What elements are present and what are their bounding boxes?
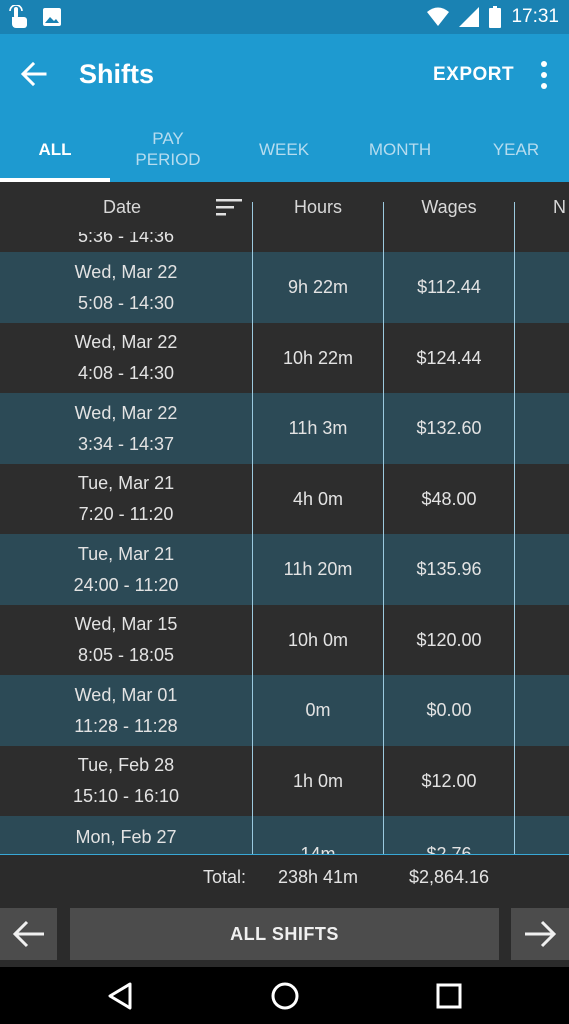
clock: 17:31 [511,6,559,27]
previous-button[interactable] [0,908,57,960]
shift-date: Wed, Mar 22 [74,261,178,282]
shifts-table: 5:36 - 14:36 Wed, Mar 22 5:08 - 14:30 9h… [0,232,569,854]
period-tabs: ALL PAY PERIOD WEEK MONTH YEAR [0,116,569,182]
shift-hours: 10h 0m [287,629,349,650]
shift-date: Wed, Mar 22 [74,402,178,423]
shift-time: 4:08 - 14:30 [77,363,175,383]
shift-wages: $0.00 [426,700,472,720]
battery-icon [489,6,502,28]
shift-date-cell: Tue, Mar 21 24:00 - 11:20 [0,534,252,605]
column-header-hours[interactable]: Hours [253,182,383,232]
sort-icon[interactable] [216,197,244,219]
shift-time-cell: 5:36 - 14:36 [0,232,252,252]
shift-hours: 1h 0m [292,770,344,791]
tab-all[interactable]: ALL [0,116,110,182]
table-header: Date Hours Wages N [0,182,569,232]
shift-date: Wed, Mar 01 [74,684,178,705]
tab-pay-period-label: PAY PERIOD [135,129,201,169]
table-row[interactable]: Wed, Mar 22 5:08 - 14:30 9h 22m $112.44 [0,252,569,323]
shift-hours: 4h 0m [292,488,344,509]
shift-wages: $2.76 [426,844,472,854]
shift-time: 15:10 - 16:10 [72,786,180,806]
bottom-navigation: ALL SHIFTS [0,905,569,967]
shift-time: 8:05 - 18:05 [77,645,175,665]
status-bar: 17:31 [0,0,569,34]
column-divider [252,202,253,854]
column-divider [383,202,384,854]
totals-row: Total: 238h 41m $2,864.16 [0,855,569,905]
shift-date-cell: Tue, Mar 21 7:20 - 11:20 [0,464,252,534]
shift-date: Wed, Mar 15 [74,614,178,634]
back-triangle-icon[interactable] [104,979,138,1013]
table-row[interactable]: Tue, Feb 28 15:10 - 16:10 1h 0m $12.00 [0,746,569,816]
shift-time: 5:08 - 14:30 [77,292,175,313]
column-header-notes[interactable]: N [515,182,569,232]
column-divider [514,202,515,854]
totals-label: Total: [202,866,246,887]
wifi-icon [427,7,450,26]
table-row[interactable]: 5:36 - 14:36 [0,232,569,252]
shift-date-cell: Wed, Mar 22 3:34 - 14:37 [0,393,252,464]
shift-time: 5:36 - 14:36 [77,232,175,246]
table-row[interactable]: Wed, Mar 01 11:28 - 11:28 0m $0.00 [0,675,569,746]
shift-wages: $135.96 [416,559,482,579]
shift-time: 11:28 - 11:28 [74,715,178,736]
more-options-icon[interactable] [534,59,554,91]
table-row[interactable]: Tue, Mar 21 7:20 - 11:20 4h 0m $48.00 [0,464,569,534]
shift-wages: $112.44 [417,277,481,297]
shift-date-cell: Wed, Mar 15 8:05 - 18:05 [0,605,252,675]
shift-hours: 9h 22m [287,277,349,297]
image-notification-icon [43,8,61,26]
system-navigation-bar [0,967,569,1024]
shift-date-cell: Wed, Mar 22 4:08 - 14:30 [0,323,252,393]
shift-date: Wed, Mar 22 [74,332,178,352]
touch-notification-icon [9,5,27,28]
shift-wages: $48.00 [421,488,477,509]
right-arrow-icon [525,920,557,948]
signal-icon [459,7,480,27]
total-hours: 238h 41m [277,866,359,887]
table-row[interactable]: Tue, Mar 21 24:00 - 11:20 11h 20m $135.9… [0,534,569,605]
shift-date: Tue, Mar 21 [77,543,175,564]
shift-date: Tue, Mar 21 [77,473,175,493]
shift-hours: 11h 3m [288,418,348,438]
table-row[interactable]: Wed, Mar 22 3:34 - 14:37 11h 3m $132.60 [0,393,569,464]
shift-date-cell: Wed, Mar 22 5:08 - 14:30 [0,252,252,323]
page-title: Shifts [79,59,155,89]
tab-week[interactable]: WEEK [226,116,342,182]
total-wages: $2,864.16 [408,866,490,887]
table-row[interactable]: Wed, Mar 22 4:08 - 14:30 10h 22m $124.44 [0,323,569,393]
tab-month[interactable]: MONTH [342,116,458,182]
back-arrow-icon[interactable] [18,58,50,90]
shift-time: 7:20 - 11:20 [78,504,174,524]
column-header-wages[interactable]: Wages [384,182,514,232]
shift-hours: 14m [300,844,336,854]
home-circle-icon[interactable] [268,979,302,1013]
shift-hours: 11h 20m [283,559,353,579]
shift-date-cell: Wed, Mar 01 11:28 - 11:28 [0,675,252,746]
next-button[interactable] [511,908,569,960]
left-arrow-icon [12,920,44,948]
shift-wages: $124.44 [416,347,482,368]
shift-time: 24:00 - 11:20 [73,574,179,595]
shift-wages: $132.60 [416,418,482,438]
app-bar: Shifts EXPORT [0,34,569,116]
all-shifts-button[interactable]: ALL SHIFTS [70,908,499,960]
shift-date: Tue, Feb 28 [77,755,175,775]
shift-date-cell: Mon, Feb 27 [0,816,252,854]
shift-wages: $12.00 [421,770,477,791]
column-header-date[interactable]: Date [0,182,244,232]
shift-date: Mon, Feb 27 [75,827,177,847]
table-row[interactable]: Mon, Feb 27 14m $2.76 [0,816,569,854]
export-button[interactable]: EXPORT [433,64,514,86]
tab-pay-period[interactable]: PAY PERIOD [110,116,226,182]
shift-time: 3:34 - 14:37 [77,433,175,454]
tab-year[interactable]: YEAR [458,116,569,182]
shift-date-cell: Tue, Feb 28 15:10 - 16:10 [0,746,252,816]
shift-hours: 0m [305,700,331,720]
shift-wages: $120.00 [416,629,482,650]
recents-square-icon[interactable] [432,979,466,1013]
shift-hours: 10h 22m [282,347,354,368]
table-row[interactable]: Wed, Mar 15 8:05 - 18:05 10h 0m $120.00 [0,605,569,675]
